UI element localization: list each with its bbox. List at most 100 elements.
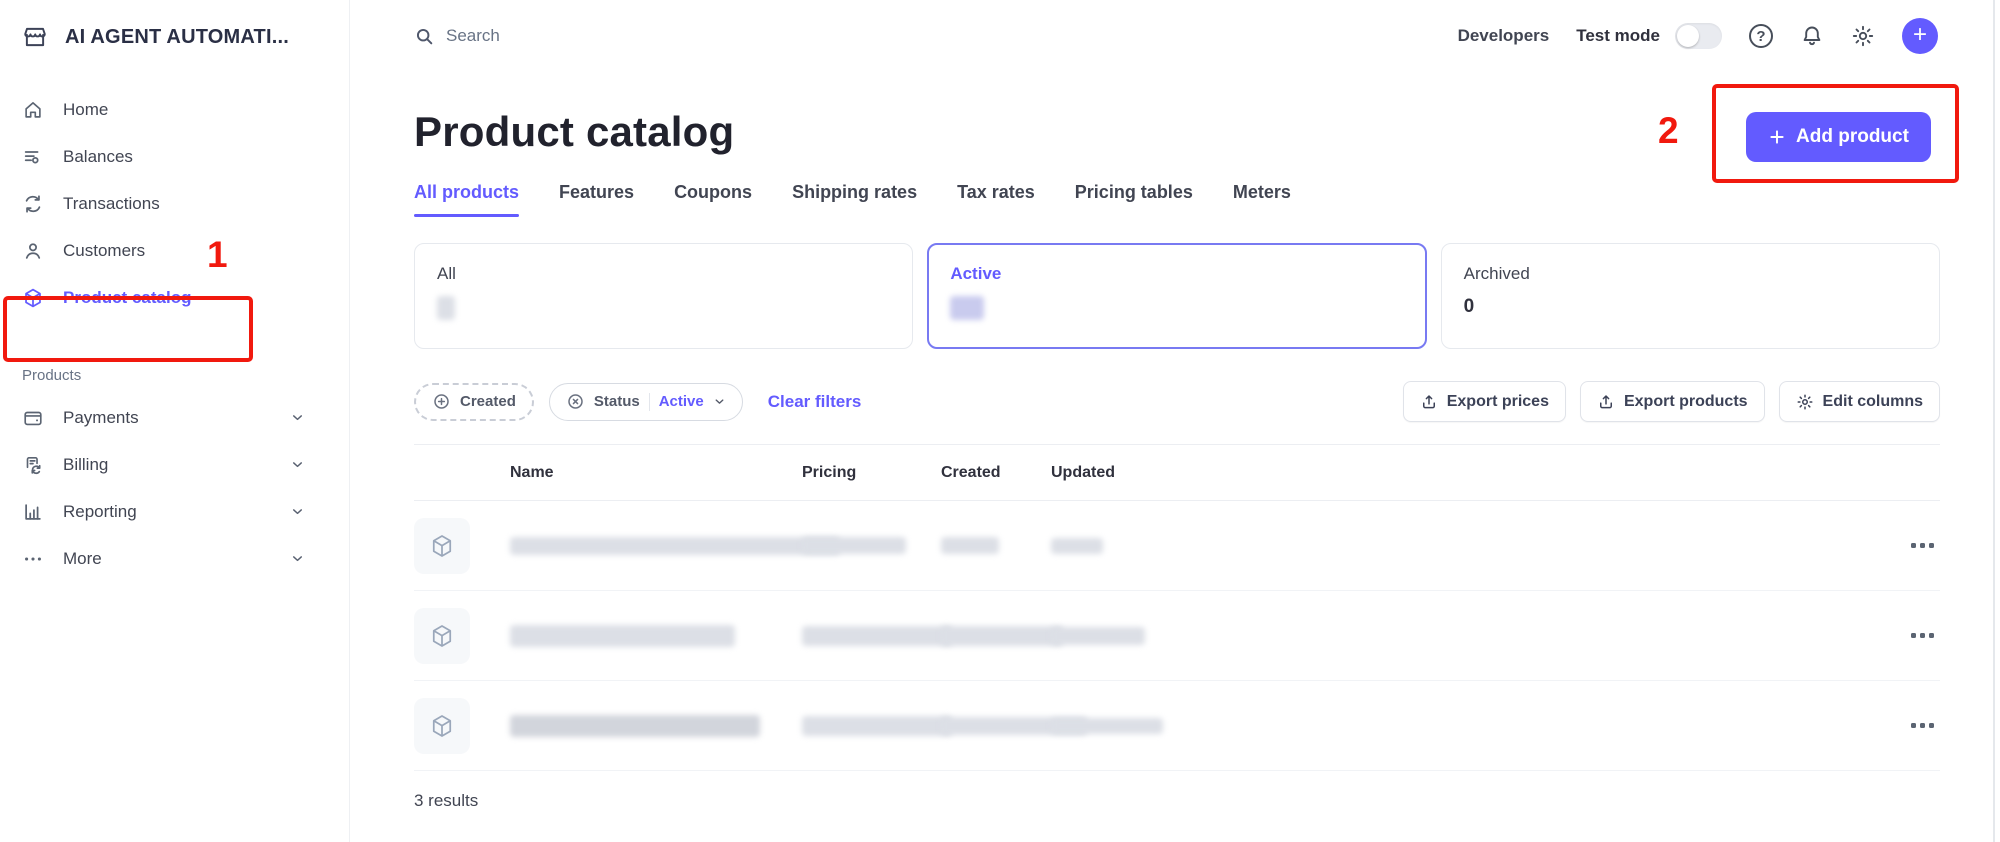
scrollbar-track[interactable]	[1993, 0, 1995, 842]
sidebar: AI AGENT AUTOMATI... Home Balance	[0, 0, 350, 842]
summary-card-archived[interactable]: Archived 0	[1441, 243, 1940, 349]
test-mode-label: Test mode	[1576, 26, 1660, 46]
sidebar-item-label: Customers	[63, 241, 145, 261]
tab-all-products[interactable]: All products	[414, 182, 519, 217]
column-header-pricing[interactable]: Pricing	[802, 464, 941, 482]
redacted-created	[941, 626, 1063, 646]
filter-row: Created Status Active Clear filters	[414, 381, 1940, 422]
redacted-value	[437, 296, 455, 320]
sidebar-item-customers[interactable]: Customers	[0, 227, 349, 274]
chevron-down-icon	[713, 395, 726, 408]
create-plus-avatar[interactable]: +	[1902, 18, 1938, 54]
edit-columns-button[interactable]: Edit columns	[1779, 381, 1940, 422]
tab-tax-rates[interactable]: Tax rates	[957, 182, 1035, 217]
sidebar-item-home[interactable]: Home	[0, 86, 349, 133]
topbar-right: Developers Test mode ? +	[1458, 18, 1938, 54]
toggle-knob	[1677, 25, 1699, 47]
catalog-tabs: All products Features Coupons Shipping r…	[414, 182, 1940, 217]
column-header-name[interactable]: Name	[510, 464, 802, 482]
tab-features[interactable]: Features	[559, 182, 634, 217]
summary-card-active[interactable]: Active	[927, 243, 1426, 349]
redacted-name	[510, 537, 840, 555]
clear-filters-link[interactable]: Clear filters	[768, 392, 862, 412]
tab-pricing-tables[interactable]: Pricing tables	[1075, 182, 1193, 217]
developers-link[interactable]: Developers	[1458, 26, 1550, 46]
stripe-dashboard: AI AGENT AUTOMATI... Home Balance	[0, 0, 2000, 842]
test-mode-toggle[interactable]	[1675, 23, 1722, 49]
sidebar-nav-products: Payments Billing	[0, 394, 349, 582]
column-header-created[interactable]: Created	[941, 464, 1051, 482]
sidebar-item-label: Reporting	[63, 502, 137, 522]
table-row[interactable]	[414, 501, 1940, 591]
redacted-pricing	[802, 716, 952, 736]
billing-icon	[22, 454, 44, 476]
search-placeholder: Search	[446, 26, 500, 46]
row-overflow-menu-icon[interactable]	[1884, 723, 1940, 728]
sidebar-item-label: Product catalog	[63, 288, 191, 308]
settings-gear-icon[interactable]	[1851, 24, 1875, 48]
tab-coupons[interactable]: Coupons	[674, 182, 752, 217]
sidebar-item-label: Balances	[63, 147, 133, 167]
sidebar-item-transactions[interactable]: Transactions	[0, 180, 349, 227]
redacted-value	[950, 296, 984, 320]
redacted-updated	[1051, 538, 1103, 554]
redacted-pricing	[802, 537, 906, 554]
sidebar-item-balances[interactable]: Balances	[0, 133, 349, 180]
plus-icon	[1768, 128, 1786, 146]
summary-card-all[interactable]: All	[414, 243, 913, 349]
sidebar-nav-main: Home Balances Transactio	[0, 86, 349, 321]
product-catalog-cube-icon	[22, 287, 44, 309]
add-product-button[interactable]: Add product	[1746, 112, 1931, 162]
export-products-button[interactable]: Export products	[1580, 381, 1765, 422]
help-icon[interactable]: ?	[1749, 24, 1773, 48]
sidebar-item-label: Payments	[63, 408, 139, 428]
payments-icon	[22, 407, 44, 429]
sidebar-item-reporting[interactable]: Reporting	[0, 488, 349, 535]
balances-icon	[22, 146, 44, 168]
reporting-icon	[22, 501, 44, 523]
archived-count: 0	[1464, 296, 1917, 318]
export-icon	[1420, 393, 1438, 411]
product-thumbnail	[414, 608, 470, 664]
row-overflow-menu-icon[interactable]	[1884, 543, 1940, 548]
gear-icon	[1796, 393, 1814, 411]
table-row[interactable]	[414, 591, 1940, 681]
tab-shipping-rates[interactable]: Shipping rates	[792, 182, 917, 217]
product-thumbnail	[414, 698, 470, 754]
export-prices-button[interactable]: Export prices	[1403, 381, 1566, 422]
filter-chip-status[interactable]: Status Active	[549, 383, 743, 421]
sidebar-section-label: Products	[0, 367, 349, 384]
more-dots-icon	[22, 548, 44, 570]
chevron-down-icon	[290, 410, 305, 425]
column-header-updated[interactable]: Updated	[1051, 464, 1884, 482]
page-title: Product catalog	[414, 108, 1940, 156]
table-actions: Export prices Export products	[1403, 381, 1940, 422]
redacted-created	[941, 537, 999, 554]
redacted-updated	[1051, 627, 1145, 645]
row-overflow-menu-icon[interactable]	[1884, 633, 1940, 638]
sidebar-item-label: Billing	[63, 455, 108, 475]
sidebar-item-billing[interactable]: Billing	[0, 441, 349, 488]
sidebar-item-payments[interactable]: Payments	[0, 394, 349, 441]
redacted-name	[510, 625, 735, 647]
divider	[649, 393, 650, 411]
status-filter-value: Active	[659, 393, 704, 410]
redacted-updated	[1051, 718, 1163, 734]
business-name: AI AGENT AUTOMATI...	[65, 26, 289, 49]
search-input[interactable]: Search	[414, 26, 500, 47]
tab-meters[interactable]: Meters	[1233, 182, 1291, 217]
sidebar-item-more[interactable]: More	[0, 535, 349, 582]
circle-plus-icon	[432, 392, 451, 411]
sidebar-item-product-catalog[interactable]: Product catalog	[0, 274, 349, 321]
notifications-bell-icon[interactable]	[1800, 24, 1824, 48]
redacted-pricing	[802, 626, 952, 646]
topbar: Search Developers Test mode ? +	[350, 0, 2000, 72]
circle-x-icon	[566, 392, 585, 411]
table-row[interactable]	[414, 681, 1940, 771]
chevron-down-icon	[290, 551, 305, 566]
results-count: 3 results	[414, 771, 1940, 811]
filter-chip-created[interactable]: Created	[414, 383, 534, 421]
summary-cards: All Active Archived 0	[414, 243, 1940, 349]
business-switcher[interactable]: AI AGENT AUTOMATI...	[0, 0, 349, 60]
sidebar-item-label: More	[63, 549, 102, 569]
